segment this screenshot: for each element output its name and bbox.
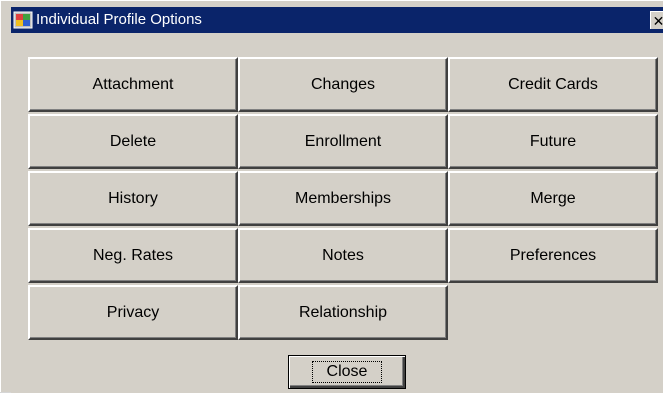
profile-options-window: Individual Profile Options ✕ Attachment C… <box>0 0 663 393</box>
memberships-button[interactable]: Memberships <box>238 171 448 226</box>
relationship-button[interactable]: Relationship <box>238 285 448 340</box>
window-title: Individual Profile Options <box>36 11 202 28</box>
close-button-label: Close <box>311 361 383 383</box>
future-button[interactable]: Future <box>448 114 658 169</box>
history-button[interactable]: History <box>28 171 238 226</box>
attachment-button[interactable]: Attachment <box>28 57 238 112</box>
preferences-button[interactable]: Preferences <box>448 228 658 283</box>
changes-button[interactable]: Changes <box>238 57 448 112</box>
title-bar[interactable]: Individual Profile Options ✕ <box>11 7 663 33</box>
delete-button[interactable]: Delete <box>28 114 238 169</box>
app-icon <box>13 10 33 30</box>
enrollment-button[interactable]: Enrollment <box>238 114 448 169</box>
notes-button[interactable]: Notes <box>238 228 448 283</box>
credit-cards-button[interactable]: Credit Cards <box>448 57 658 112</box>
neg-rates-button[interactable]: Neg. Rates <box>28 228 238 283</box>
close-button[interactable]: Close <box>288 355 406 389</box>
options-panel: Attachment Changes Credit Cards Delete Enrol… <box>11 33 663 393</box>
privacy-button[interactable]: Privacy <box>28 285 238 340</box>
close-icon[interactable]: ✕ <box>650 11 663 29</box>
merge-button[interactable]: Merge <box>448 171 658 226</box>
